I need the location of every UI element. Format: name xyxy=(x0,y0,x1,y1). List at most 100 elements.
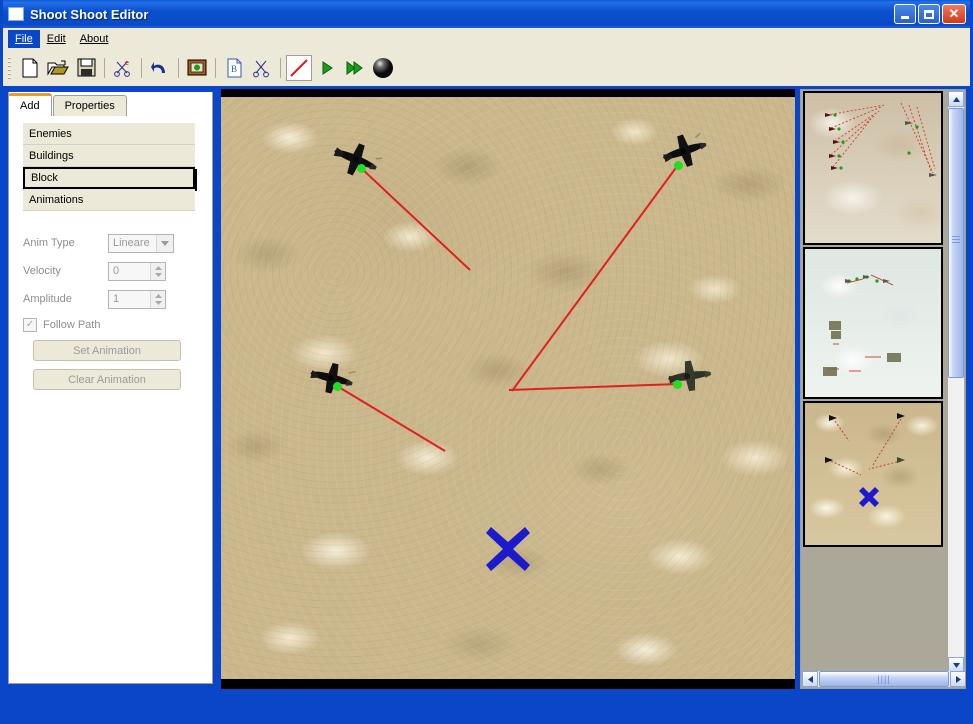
enemy-plane-4[interactable] xyxy=(661,355,717,397)
background-button[interactable]: B xyxy=(221,55,247,81)
canvas-frame xyxy=(221,89,795,689)
follow-path-checkbox[interactable]: ✓ xyxy=(23,318,37,332)
maximize-button[interactable] xyxy=(918,4,940,24)
thumbnail-2-overlay xyxy=(823,274,901,376)
anchor-dot-4[interactable] xyxy=(673,380,682,389)
vertical-thumb-grip xyxy=(952,236,960,243)
follow-path-label: Follow Path xyxy=(43,319,101,331)
red-line-tool-icon xyxy=(290,58,308,77)
toolbar-grip[interactable] xyxy=(8,56,12,79)
window-title: Shoot Shoot Editor xyxy=(30,6,149,22)
velocity-row: Velocity 0 xyxy=(23,258,203,284)
menu-item-file[interactable]: File xyxy=(8,29,40,48)
play-button[interactable] xyxy=(314,55,340,81)
level-map-canvas[interactable] xyxy=(221,97,795,679)
sphere-icon xyxy=(373,57,393,78)
level-thumbnail-2[interactable] xyxy=(803,247,943,399)
enemy-plane-2[interactable] xyxy=(655,129,713,173)
thumbnails-horizontal-scrollbar[interactable]: |||| xyxy=(802,671,965,687)
enemy-plane-1[interactable] xyxy=(326,137,384,181)
new-file-icon xyxy=(22,58,38,77)
image-button[interactable] xyxy=(184,55,210,81)
close-button[interactable]: ✕ xyxy=(942,4,966,24)
menu-file-label: File xyxy=(15,32,33,45)
toolbar-separator-5 xyxy=(280,57,281,78)
list-item-enemies[interactable]: Enemies xyxy=(23,123,195,145)
anim-type-value: Lineare xyxy=(113,237,150,249)
level-thumbnail-1[interactable] xyxy=(803,91,943,245)
save-button[interactable] xyxy=(73,55,99,81)
tab-properties[interactable]: Properties xyxy=(52,95,127,116)
path-4 xyxy=(508,383,680,391)
velocity-stepper[interactable]: 0 xyxy=(108,261,166,281)
chevron-up-icon xyxy=(952,96,960,102)
menu-item-about[interactable]: About xyxy=(73,30,116,48)
anim-type-label: Anim Type xyxy=(23,237,75,249)
save-disk-icon xyxy=(77,58,95,77)
svg-text:B: B xyxy=(231,64,237,74)
thumbnail-3-overlay xyxy=(825,413,905,507)
document-b-icon: B xyxy=(227,58,241,77)
block-marker-x[interactable] xyxy=(485,526,531,572)
anim-type-select[interactable]: Lineare xyxy=(108,233,174,253)
animation-form: Anim Type Lineare Velocity 0 Amplitude 1 xyxy=(23,230,203,398)
thumbnails-vertical-scrollbar[interactable] xyxy=(948,91,964,673)
open-folder-icon xyxy=(47,60,69,76)
app-window-icon xyxy=(8,7,24,21)
horizontal-scroll-thumb[interactable]: |||| xyxy=(819,671,949,687)
scroll-left-button[interactable] xyxy=(802,671,818,687)
horizontal-thumb-grip: |||| xyxy=(877,674,891,684)
open-folder-button[interactable] xyxy=(45,55,71,81)
amplitude-stepper[interactable]: 1 xyxy=(108,289,166,309)
minimize-button[interactable] xyxy=(894,4,916,24)
window-controls: ✕ xyxy=(894,4,966,24)
play-triangle-icon xyxy=(322,60,333,75)
toolbar-separator-3 xyxy=(178,57,179,78)
thumbnail-3-block-marker xyxy=(859,487,879,507)
fast-forward-button[interactable] xyxy=(342,55,368,81)
toolbar-separator-2 xyxy=(141,57,142,78)
clip-button[interactable] xyxy=(249,55,275,81)
level-thumbnail-3[interactable] xyxy=(803,401,943,547)
render-button[interactable] xyxy=(370,55,396,81)
new-file-button[interactable] xyxy=(17,55,43,81)
level-thumbnails-panel: |||| xyxy=(800,89,966,689)
list-item-block-label: Block xyxy=(31,172,58,184)
anchor-dot-3[interactable] xyxy=(333,382,342,391)
minimize-icon xyxy=(901,15,909,19)
scroll-right-button[interactable] xyxy=(950,671,965,687)
amplitude-label: Amplitude xyxy=(23,293,72,305)
scroll-up-button[interactable] xyxy=(948,91,964,107)
list-item-animations-label: Animations xyxy=(29,193,84,206)
clear-animation-button[interactable]: Clear Animation xyxy=(33,369,181,390)
cut-button[interactable]: e xyxy=(110,55,136,81)
fast-forward-icon xyxy=(346,60,363,75)
set-animation-label: Set Animation xyxy=(73,344,141,357)
list-item-animations[interactable]: Animations xyxy=(23,189,195,211)
menu-bar: File Edit About xyxy=(3,28,970,49)
undo-arrow-icon xyxy=(151,61,165,73)
thumbnail-1-overlay xyxy=(825,102,937,177)
cut-scissors-e-icon: e xyxy=(114,60,130,77)
list-item-enemies-label: Enemies xyxy=(29,127,72,140)
close-icon: ✕ xyxy=(948,6,960,21)
anchor-dot-1[interactable] xyxy=(357,164,366,173)
image-photo-icon xyxy=(187,59,207,76)
menu-item-edit[interactable]: Edit xyxy=(40,30,73,48)
toolbar-separator-1 xyxy=(104,57,105,78)
spinner-arrows-icon-2 xyxy=(150,290,165,308)
list-item-buildings[interactable]: Buildings xyxy=(23,145,195,167)
tab-add[interactable]: Add xyxy=(8,93,52,116)
anchor-dot-2[interactable] xyxy=(674,161,683,170)
svg-text:e: e xyxy=(125,60,129,67)
toolbar-separator-4 xyxy=(215,57,216,78)
application-window: Shoot Shoot Editor ✕ File Edit About e B… xyxy=(0,0,973,724)
enemy-plane-3[interactable] xyxy=(303,357,359,399)
vertical-scroll-thumb[interactable] xyxy=(948,108,964,378)
undo-button[interactable] xyxy=(147,55,173,81)
amplitude-value: 1 xyxy=(113,293,120,305)
set-animation-button[interactable]: Set Animation xyxy=(33,340,181,361)
list-item-block[interactable]: Block xyxy=(23,167,195,189)
line-tool-button[interactable] xyxy=(286,54,312,81)
spinner-arrows-icon xyxy=(150,262,165,280)
